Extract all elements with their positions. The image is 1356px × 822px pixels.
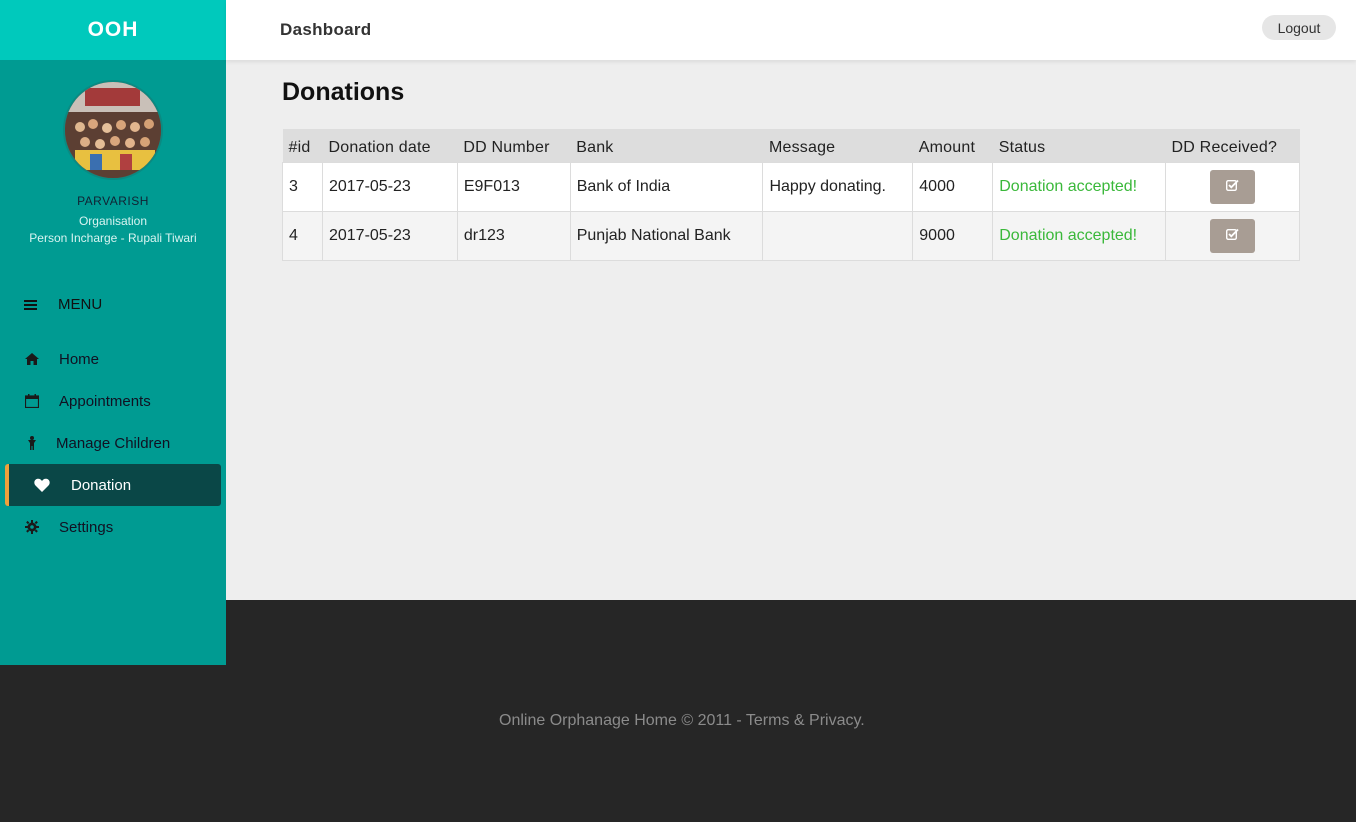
cell-dd-received: [1165, 211, 1300, 260]
menu-header[interactable]: MENU: [24, 296, 102, 313]
brand-logo[interactable]: OOH: [0, 0, 226, 60]
sidebar-item-label: Home: [59, 350, 100, 368]
cell-dd-received: [1165, 162, 1300, 211]
footer-text[interactable]: Online Orphanage Home © 2011 - Terms & P…: [499, 712, 865, 730]
cell-status: Donation accepted!: [992, 162, 1166, 211]
dd-received-button[interactable]: [1210, 218, 1256, 253]
cell-status: Donation accepted!: [992, 211, 1166, 260]
sidebar-item-label: Settings: [59, 518, 114, 536]
sidebar-item-manage-children[interactable]: Manage Children: [0, 422, 226, 464]
sidebar-nav: Home Appointments Manage Children Donati…: [0, 338, 226, 548]
cell-bank: Punjab National Bank: [569, 211, 763, 260]
table-row: 3 2017-05-23 E9F013 Bank of India Happy …: [282, 162, 1300, 211]
sidebar-item-donation[interactable]: Donation: [5, 464, 221, 506]
home-icon: [24, 351, 40, 367]
column-header-date[interactable]: Donation date: [322, 129, 457, 162]
sidebar: OOH PARVARISH Organisation Person Inchar…: [0, 0, 226, 665]
column-header-status[interactable]: Status: [993, 129, 1166, 162]
main-content: Donations #id Donation date DD Number Ba…: [282, 78, 1300, 261]
profile-card: PARVARISH Organisation Person Incharge -…: [0, 60, 226, 245]
sidebar-item-home[interactable]: Home: [0, 338, 226, 380]
heart-icon: [34, 477, 50, 493]
top-bar: Dashboard Logout: [226, 0, 1356, 60]
logout-button[interactable]: Logout: [1262, 15, 1336, 40]
sidebar-item-label: Manage Children: [56, 434, 171, 452]
column-header-id[interactable]: #id: [283, 129, 323, 162]
cell-message: Happy donating.: [762, 162, 913, 211]
org-name: PARVARISH: [77, 194, 149, 208]
table-row: 4 2017-05-23 dr123 Punjab National Bank …: [282, 211, 1300, 260]
footer: Online Orphanage Home © 2011 - Terms & P…: [0, 665, 1356, 822]
footer-band: [226, 600, 1356, 665]
org-type: Organisation: [78, 214, 148, 228]
cell-id: 3: [289, 177, 298, 195]
column-header-message[interactable]: Message: [763, 129, 913, 162]
cell-bank: Bank of India: [569, 162, 763, 211]
cell-date: 2017-05-23: [321, 211, 458, 260]
cell-dd-number: dr123: [456, 211, 571, 260]
sidebar-item-label: Donation: [71, 476, 132, 494]
sidebar-item-label: Appointments: [59, 392, 151, 410]
avatar: [63, 80, 163, 180]
table-header-row: #id Donation date DD Number Bank Message…: [282, 129, 1300, 162]
sidebar-item-settings[interactable]: Settings: [0, 506, 226, 548]
column-header-dd-number[interactable]: DD Number: [457, 129, 570, 162]
cell-amount: 9000: [912, 211, 993, 260]
child-icon: [24, 435, 40, 451]
cell-id: 4: [289, 226, 298, 244]
cell-dd-number: E9F013: [456, 162, 571, 211]
cell-amount: 4000: [912, 162, 993, 211]
column-header-amount[interactable]: Amount: [913, 129, 993, 162]
check-square-icon: [1226, 228, 1239, 243]
check-square-icon: [1226, 179, 1239, 194]
org-incharge: Person Incharge - Rupali Tiwari: [29, 231, 197, 245]
menu-header-label: MENU: [58, 296, 103, 313]
sidebar-item-appointments[interactable]: Appointments: [0, 380, 226, 422]
cell-date: 2017-05-23: [321, 162, 458, 211]
gear-icon: [24, 519, 40, 535]
calendar-icon: [24, 393, 40, 409]
page-header-title: Dashboard: [280, 20, 372, 39]
hamburger-icon[interactable]: [24, 298, 37, 312]
donations-table: #id Donation date DD Number Bank Message…: [282, 129, 1300, 261]
column-header-bank[interactable]: Bank: [570, 129, 763, 162]
page-title: Donations: [282, 78, 405, 106]
cell-message: [762, 211, 913, 260]
column-header-dd-received[interactable]: DD Received?: [1166, 129, 1300, 162]
dd-received-button[interactable]: [1210, 169, 1256, 204]
